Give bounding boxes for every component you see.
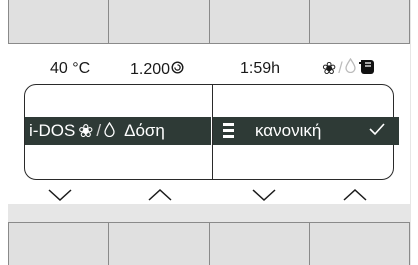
option-value-label: κανονική: [255, 121, 322, 140]
right-up-arrow-button[interactable]: [341, 186, 369, 204]
chevron-down-icon: [252, 189, 276, 202]
option-name-field[interactable]: i-DOS ❀ / Δόση: [25, 117, 211, 145]
bottom-softkey-3[interactable]: [208, 222, 309, 265]
top-softkeys: [8, 0, 410, 44]
right-down-arrow-button[interactable]: [250, 186, 278, 204]
spin-speed-value: 1.200: [130, 61, 171, 78]
left-down-arrow-button[interactable]: [46, 186, 74, 204]
chevron-up-icon: [343, 188, 367, 201]
option-label: i-DOS: [29, 121, 76, 140]
option-suffix: Δόση: [124, 121, 165, 140]
left-up-arrow-button[interactable]: [146, 186, 174, 204]
top-softkey-3[interactable]: [208, 0, 309, 44]
slash-separator-icon: /: [338, 60, 343, 77]
option-value-field[interactable]: κανονική: [213, 117, 399, 145]
temperature-readout: 40 °C: [50, 60, 91, 77]
display-bottom-strip: [8, 204, 410, 218]
status-icons: ❀ /: [322, 57, 376, 82]
bottom-softkeys: [8, 222, 410, 265]
check-icon: [369, 121, 385, 141]
drop-icon: [345, 57, 356, 80]
chevron-up-icon: [148, 188, 172, 201]
spin-speed-readout: 1.200: [130, 58, 184, 80]
dosage-level-icon: [223, 123, 235, 144]
top-softkey-1[interactable]: [8, 0, 109, 44]
fan-icon: ❀: [322, 59, 337, 78]
drop-icon: [104, 121, 115, 141]
bottom-softkey-4[interactable]: [308, 222, 410, 265]
detergent-tank-icon: [358, 57, 376, 82]
top-softkey-2[interactable]: [108, 0, 209, 44]
spin-icon: [171, 58, 184, 80]
top-softkey-4[interactable]: [308, 0, 410, 44]
bottom-softkey-2[interactable]: [108, 222, 209, 265]
slash-separator-icon: /: [96, 121, 102, 140]
remaining-time-readout: 1:59h: [240, 60, 281, 77]
fan-icon: ❀: [78, 120, 94, 141]
appliance-display: 40 °C 1.200 1:59h ❀ / i-DOS ❀ / Δόση καν…: [0, 0, 418, 265]
chevron-down-icon: [48, 189, 72, 202]
bottom-softkey-1[interactable]: [8, 222, 109, 265]
